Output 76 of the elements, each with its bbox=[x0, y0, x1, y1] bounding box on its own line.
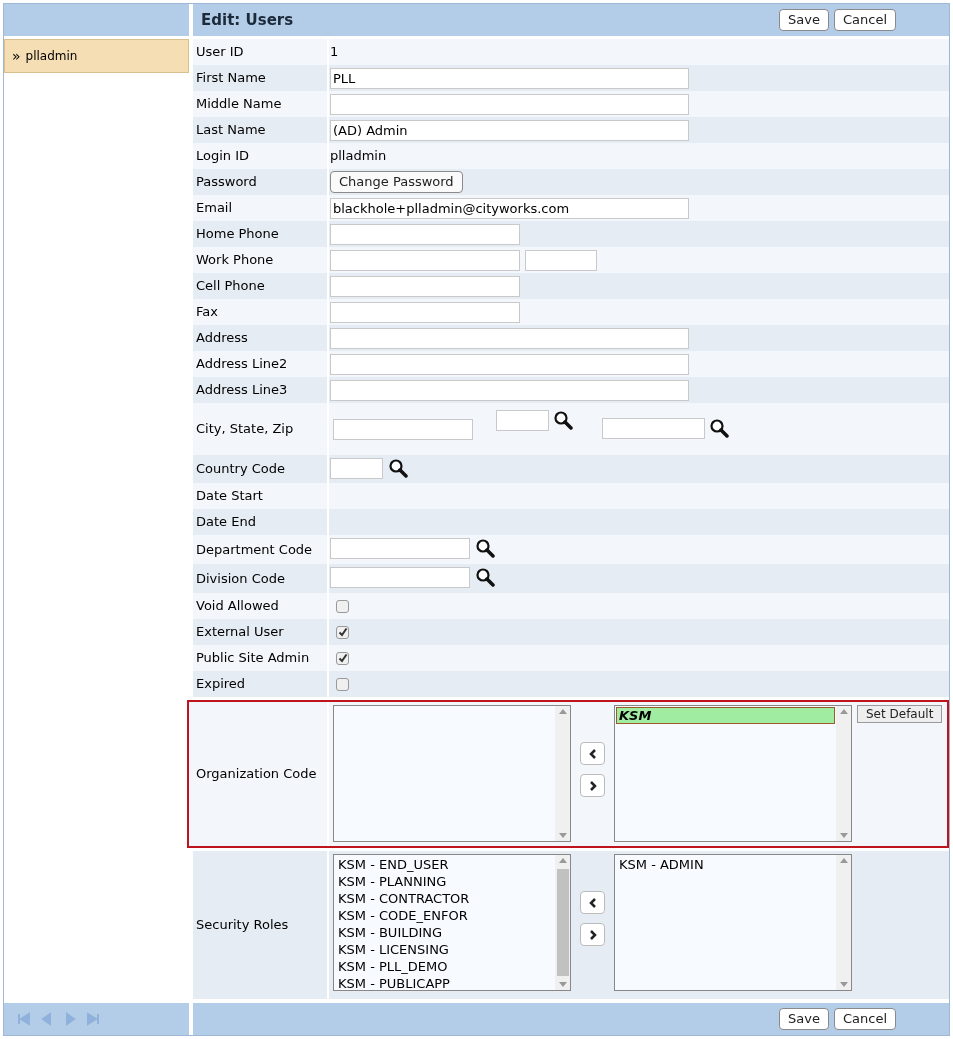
set-default-button[interactable]: Set Default bbox=[857, 705, 943, 723]
save-button[interactable]: Save bbox=[779, 1008, 829, 1030]
input-field[interactable] bbox=[330, 379, 689, 401]
list-option[interactable]: KSM - BUILDING bbox=[335, 924, 554, 941]
list-option[interactable]: KSM - ADMIN bbox=[616, 856, 835, 873]
input-field[interactable]: PLL bbox=[330, 67, 689, 89]
move-right-button[interactable] bbox=[580, 923, 605, 946]
city-field[interactable] bbox=[333, 418, 473, 440]
state-field[interactable] bbox=[496, 409, 549, 431]
input-field[interactable] bbox=[330, 223, 520, 245]
list-option[interactable]: KSM - PUBLICAPP bbox=[335, 975, 554, 990]
list-option[interactable]: KSM - LICENSING bbox=[335, 941, 554, 958]
scroll-down-icon[interactable] bbox=[839, 982, 848, 987]
field-label: Security Roles bbox=[193, 851, 329, 999]
chevron-right-icon bbox=[588, 929, 597, 940]
scroll-up-icon[interactable] bbox=[558, 709, 567, 714]
input-field[interactable] bbox=[330, 93, 689, 115]
scrollbar[interactable] bbox=[836, 855, 851, 990]
change-password-button[interactable]: Change Password bbox=[330, 171, 463, 193]
checkbox[interactable] bbox=[336, 651, 349, 665]
list-box[interactable]: KSM - ADMIN bbox=[614, 854, 852, 991]
input-field[interactable] bbox=[330, 249, 520, 271]
input-field[interactable] bbox=[330, 567, 470, 588]
list-option[interactable]: KSM - CONTRACTOR bbox=[335, 890, 554, 907]
chevron-left-icon bbox=[588, 897, 597, 908]
search-icon[interactable] bbox=[709, 417, 729, 438]
input-field[interactable] bbox=[330, 538, 470, 559]
input-field[interactable] bbox=[330, 327, 689, 349]
input-field[interactable]: (AD) Admin bbox=[330, 119, 689, 141]
sidebar-item[interactable]: » plladmin bbox=[4, 39, 189, 73]
page-title: Edit: Users bbox=[201, 9, 294, 31]
scroll-down-icon[interactable] bbox=[558, 982, 567, 987]
input-field[interactable]: blackhole+plladmin@cityworks.com bbox=[330, 197, 689, 219]
search-icon[interactable] bbox=[553, 409, 573, 430]
chevron-left-icon bbox=[588, 748, 597, 759]
list-box[interactable]: KSM - END_USER KSM - PLANNING KSM - CONTRACTOR KSM - CODE_ENFOR KSM - BUILDING KSM - LICENSING KSM - PLL_DEMO KSM - PUBLICAPP bbox=[333, 854, 571, 991]
chevron-right-icon bbox=[588, 780, 597, 791]
scroll-down-icon[interactable] bbox=[558, 833, 567, 838]
move-left-button[interactable] bbox=[580, 742, 605, 765]
checkbox[interactable] bbox=[336, 599, 349, 613]
scroll-up-icon[interactable] bbox=[558, 858, 567, 863]
chevron-icon: » bbox=[12, 45, 21, 67]
search-icon[interactable] bbox=[475, 567, 495, 587]
field-value: 1 bbox=[330, 43, 339, 62]
input-field[interactable] bbox=[330, 301, 520, 323]
cancel-button[interactable]: Cancel bbox=[833, 1008, 896, 1030]
checkbox[interactable] bbox=[336, 625, 349, 639]
scroll-down-icon[interactable] bbox=[839, 833, 848, 838]
scrollbar-thumb[interactable] bbox=[556, 869, 569, 976]
scrollbar[interactable] bbox=[836, 706, 851, 841]
list-box[interactable]: KSM bbox=[614, 705, 852, 842]
scroll-up-icon[interactable] bbox=[839, 858, 848, 863]
field-value: plladmin bbox=[330, 147, 387, 166]
search-icon[interactable] bbox=[475, 538, 495, 558]
field-label: Expired bbox=[193, 671, 329, 697]
cancel-button[interactable]: Cancel bbox=[833, 9, 896, 31]
list-option[interactable]: KSM - PLL_DEMO bbox=[335, 958, 554, 975]
input-field[interactable] bbox=[330, 353, 689, 375]
list-box[interactable] bbox=[333, 705, 571, 842]
search-icon[interactable] bbox=[388, 458, 408, 478]
list-option[interactable]: KSM - PLANNING bbox=[335, 873, 554, 890]
scrollbar[interactable] bbox=[555, 706, 570, 841]
list-option[interactable]: KSM - CODE_ENFOR bbox=[335, 907, 554, 924]
input-field[interactable] bbox=[330, 458, 383, 479]
move-right-button[interactable] bbox=[580, 774, 605, 797]
extension-field[interactable] bbox=[525, 249, 597, 271]
scrollbar[interactable] bbox=[555, 855, 570, 990]
save-button[interactable]: Save bbox=[779, 9, 829, 31]
scroll-up-icon[interactable] bbox=[839, 709, 848, 714]
list-option[interactable]: KSM - END_USER bbox=[335, 856, 554, 873]
list-option[interactable]: KSM bbox=[616, 707, 835, 724]
input-field[interactable] bbox=[330, 275, 520, 297]
checkbox[interactable] bbox=[336, 677, 349, 691]
field-label: Organization Code bbox=[193, 702, 329, 846]
zip-field[interactable] bbox=[602, 417, 705, 439]
move-left-button[interactable] bbox=[580, 891, 605, 914]
